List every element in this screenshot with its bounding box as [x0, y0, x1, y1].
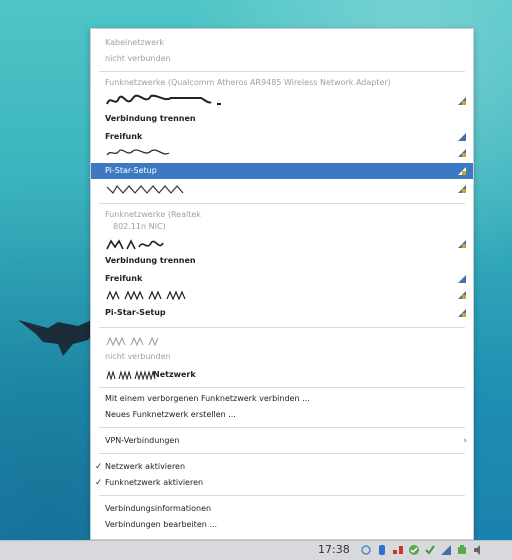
network-name-redacted [106, 94, 221, 105]
enable-wifi-label: Funknetzwerk aktivieren [105, 478, 204, 487]
vpn-connections-label: VPN-Verbindungen [105, 436, 180, 445]
chevron-right-icon: › [463, 436, 467, 446]
network-name-redacted [106, 184, 184, 194]
updates-icon[interactable] [408, 544, 420, 556]
separator [99, 453, 465, 454]
wifi-adapter-2-header-line2: 802.11n NIC) [113, 222, 166, 231]
separator [99, 427, 465, 428]
wifi1-disconnect[interactable]: Verbindung trennen [91, 111, 473, 127]
dropbox-icon[interactable] [376, 544, 388, 556]
wifi-signal-icon[interactable] [440, 544, 452, 556]
check-icon[interactable] [424, 544, 436, 556]
wifi2-network-pistar[interactable]: Pi-Star-Setup [91, 305, 473, 321]
vpn-name-redacted [106, 336, 159, 347]
network-name: Freifunk [105, 132, 143, 141]
clock[interactable]: 17:38 [318, 543, 350, 556]
network-name-redacted [106, 290, 186, 301]
wifi-network-connected-1[interactable] [91, 91, 473, 111]
clipboard-icon[interactable] [360, 544, 372, 556]
separator [99, 203, 465, 204]
wifi-signal-icon [458, 133, 466, 141]
vpn-connection-status: nicht verbunden [105, 352, 171, 361]
wifi-lock-icon [458, 149, 466, 157]
network-name-redacted [106, 149, 170, 156]
vpn-netzwerk-item[interactable]: Netzwerk [91, 367, 473, 383]
volume-icon[interactable] [472, 544, 484, 556]
network-name: Freifunk [105, 274, 143, 283]
vpn-connections-submenu[interactable]: VPN-Verbindungen › [91, 433, 473, 449]
wifi1-network-freifunk[interactable]: Freifunk [91, 129, 473, 145]
edit-connections[interactable]: Verbindungen bearbeiten ... [91, 517, 473, 533]
wifi1-network-redacted[interactable] [91, 145, 473, 161]
wired-section-header: Kabelnetzwerk [105, 38, 164, 47]
wifi2-network-redacted[interactable] [91, 287, 473, 303]
enable-wifi-toggle[interactable]: ✓ Funknetzwerk aktivieren [91, 475, 473, 491]
separator [99, 387, 465, 388]
separator [99, 71, 465, 72]
network-name: Pi-Star-Setup [105, 308, 166, 317]
wifi-adapter-1-header: Funknetzwerke (Qualcomm Atheros AR9485 W… [105, 78, 391, 87]
wifi1-network-redacted-2[interactable] [91, 181, 473, 197]
wired-status: nicht verbunden [105, 54, 171, 63]
create-new-network[interactable]: Neues Funknetzwerk erstellen ... [91, 407, 473, 423]
wifi1-network-pistar-highlighted[interactable]: Pi-Star-Setup [91, 163, 473, 179]
wifi-lock-icon [458, 240, 466, 248]
separator [99, 495, 465, 496]
wifi-lock-icon [458, 167, 466, 175]
network-menu: Kabelnetzwerk nicht verbunden Funknetzwe… [90, 28, 474, 540]
check-icon: ✓ [95, 478, 103, 488]
wifi-lock-icon [458, 309, 466, 317]
connect-hidden-network[interactable]: Mit einem verborgenen Funknetzwerk verbi… [91, 391, 473, 407]
wifi2-network-connected[interactable] [91, 235, 473, 253]
separator [99, 327, 465, 328]
wifi-lock-icon [458, 97, 466, 105]
wifi2-network-freifunk[interactable]: Freifunk [91, 271, 473, 287]
check-icon: ✓ [95, 462, 103, 472]
enable-network-toggle[interactable]: ✓ Netzwerk aktivieren [91, 459, 473, 475]
wifi-lock-icon [458, 291, 466, 299]
vpn-netzwerk-label: Netzwerk [153, 370, 196, 379]
wifi-lock-icon [458, 185, 466, 193]
enable-network-label: Netzwerk aktivieren [105, 462, 186, 471]
network-tray-icon[interactable] [392, 544, 404, 556]
wifi-signal-icon [458, 275, 466, 283]
battery-icon[interactable] [456, 544, 468, 556]
network-name-redacted [106, 239, 164, 250]
connection-information[interactable]: Verbindungsinformationen [91, 501, 473, 517]
network-name: Pi-Star-Setup [105, 166, 157, 175]
taskbar: 17:38 [0, 540, 512, 560]
wifi2-disconnect[interactable]: Verbindung trennen [91, 253, 473, 269]
vpn-connection-redacted[interactable] [91, 333, 473, 349]
